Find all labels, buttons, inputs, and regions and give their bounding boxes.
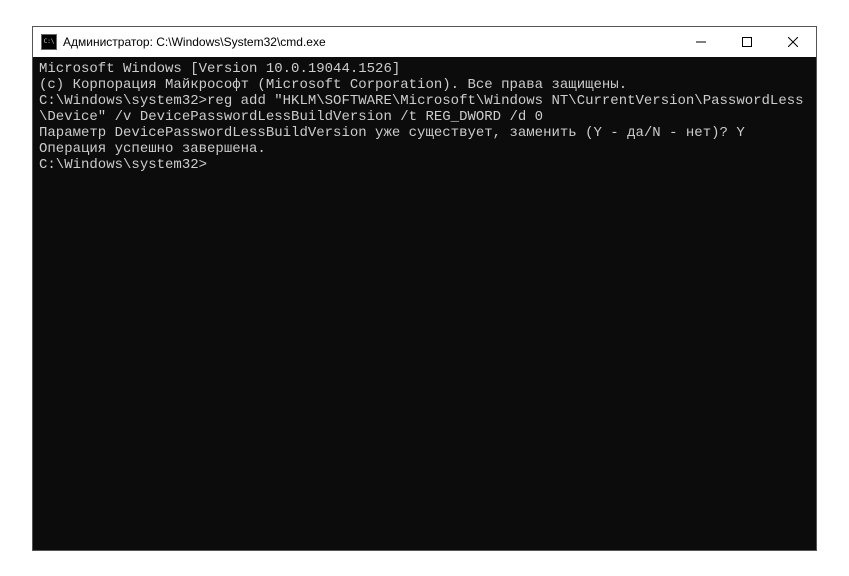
maximize-icon	[742, 37, 752, 47]
copyright-line: (c) Корпорация Майкрософт (Microsoft Cor…	[39, 77, 810, 93]
prompt: C:\Windows\system32>	[39, 93, 207, 109]
maximize-button[interactable]	[724, 27, 770, 57]
close-button[interactable]	[770, 27, 816, 57]
cmd-icon	[41, 34, 57, 50]
terminal-output[interactable]: Microsoft Windows [Version 10.0.19044.15…	[33, 57, 816, 550]
cmd-window: Администратор: C:\Windows\System32\cmd.e…	[32, 26, 817, 551]
minimize-icon	[696, 37, 706, 47]
minimize-button[interactable]	[678, 27, 724, 57]
confirm-question: Параметр DevicePasswordLessBuildVersion …	[39, 125, 736, 141]
version-line: Microsoft Windows [Version 10.0.19044.15…	[39, 61, 810, 77]
command-line: C:\Windows\system32>reg add "HKLM\SOFTWA…	[39, 93, 810, 125]
confirm-line: Параметр DevicePasswordLessBuildVersion …	[39, 125, 810, 141]
result-line: Операция успешно завершена.	[39, 141, 810, 157]
titlebar[interactable]: Администратор: C:\Windows\System32\cmd.e…	[33, 27, 816, 57]
confirm-answer: Y	[736, 125, 744, 141]
window-title: Администратор: C:\Windows\System32\cmd.e…	[63, 35, 678, 49]
window-controls	[678, 27, 816, 57]
close-icon	[788, 37, 798, 47]
current-prompt: C:\Windows\system32>	[39, 157, 810, 173]
